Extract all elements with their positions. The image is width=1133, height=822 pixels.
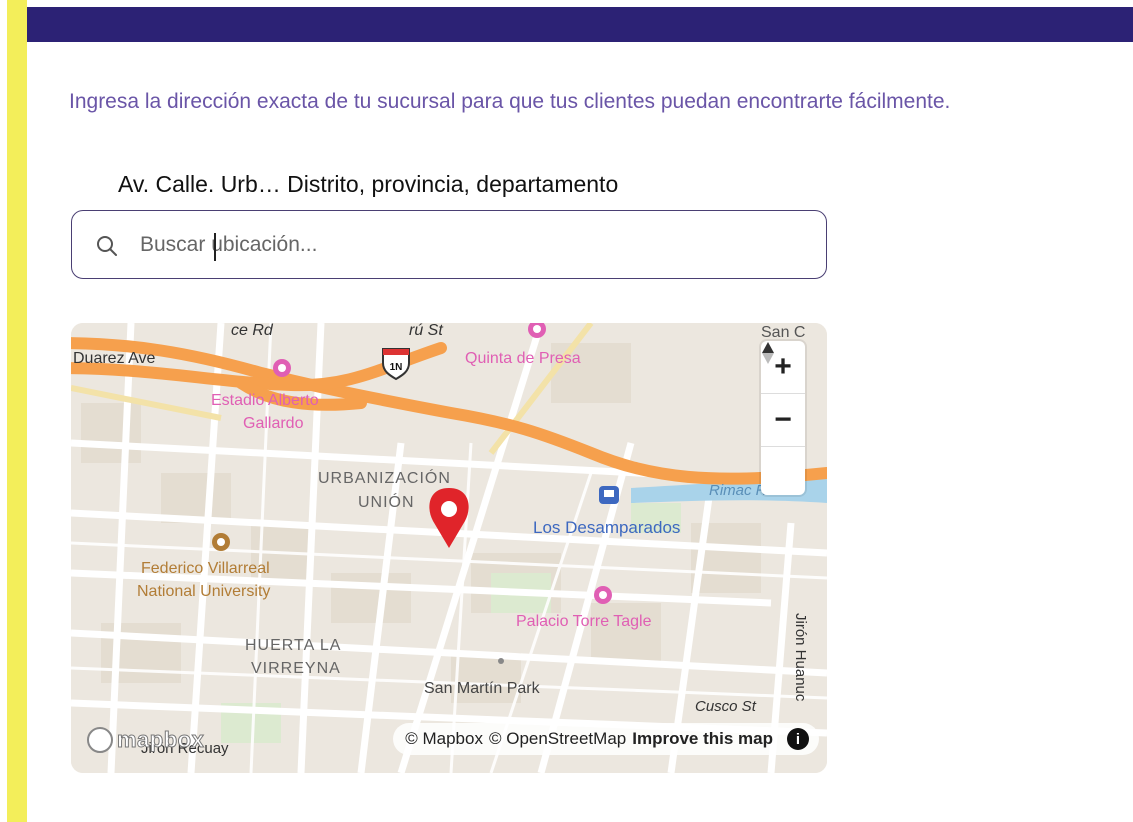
poi-palacio-icon	[594, 586, 612, 604]
label-cusco: Cusco St	[695, 698, 757, 715]
poi-university-icon	[212, 533, 230, 551]
zoom-out-button[interactable]: −	[761, 394, 805, 447]
attribution-osm-link[interactable]: © OpenStreetMap	[489, 729, 626, 749]
mapbox-logo-icon	[87, 727, 113, 753]
park-dot-icon	[498, 658, 504, 664]
address-format-hint: Av. Calle. Urb… Distrito, provincia, dep…	[118, 171, 619, 197]
label-estadio-2: Gallardo	[243, 415, 304, 432]
compass-icon	[762, 342, 774, 364]
label-urbanizacion-2: UNIÓN	[358, 492, 415, 511]
map-view[interactable]: 1N Duarez Ave ce Rd rú St Quinta de Pres…	[71, 323, 827, 773]
map-canvas[interactable]: 1N Duarez Ave ce Rd rú St Quinta de Pres…	[71, 323, 827, 773]
label-san-martin: San Martín Park	[424, 680, 541, 697]
location-search-box[interactable]	[71, 210, 827, 279]
location-search-input[interactable]	[140, 231, 790, 259]
label-palacio: Palacio Torre Tagle	[516, 613, 652, 630]
search-icon	[97, 236, 117, 256]
header-bar	[27, 7, 1133, 42]
map-attribution: © Mapbox © OpenStreetMap Improve this ma…	[393, 723, 819, 755]
label-san-c: San C	[761, 324, 805, 341]
poi-stadium-icon	[273, 359, 291, 377]
poi-station-icon	[599, 486, 619, 504]
info-icon[interactable]: i	[787, 728, 809, 750]
label-rd: ce Rd	[231, 323, 274, 339]
label-ru-st: rú St	[409, 323, 443, 339]
label-urbanizacion-1: URBANIZACIÓN	[318, 468, 451, 487]
label-federico-1: Federico Villarreal	[141, 560, 270, 577]
label-huerta-1: HUERTA LA	[245, 637, 341, 654]
accent-sidebar-strip	[7, 0, 27, 822]
label-jiron-huanuco: Jirón Huanuc	[792, 613, 809, 702]
form-description: Ingresa la dirección exacta de tu sucurs…	[69, 90, 951, 113]
label-huerta-2: VIRREYNA	[251, 660, 341, 677]
map-controls: + −	[761, 341, 805, 495]
mapbox-logo-text: mapbox	[116, 727, 205, 753]
text-cursor	[214, 233, 216, 261]
compass-button[interactable]	[761, 342, 805, 495]
mapbox-logo[interactable]: mapbox	[87, 725, 204, 755]
attribution-mapbox-link[interactable]: © Mapbox	[405, 729, 483, 749]
label-federico-2: National University	[137, 583, 270, 600]
highway-label: 1N	[390, 362, 403, 373]
label-estadio-1: Estadio Alberto	[211, 392, 319, 409]
label-los-desamparados: Los Desamparados	[533, 518, 680, 537]
improve-map-link[interactable]: Improve this map	[632, 729, 773, 749]
label-quinta-de-presa: Quinta de Presa	[465, 350, 581, 367]
label-duarez-ave: Duarez Ave	[73, 350, 156, 367]
